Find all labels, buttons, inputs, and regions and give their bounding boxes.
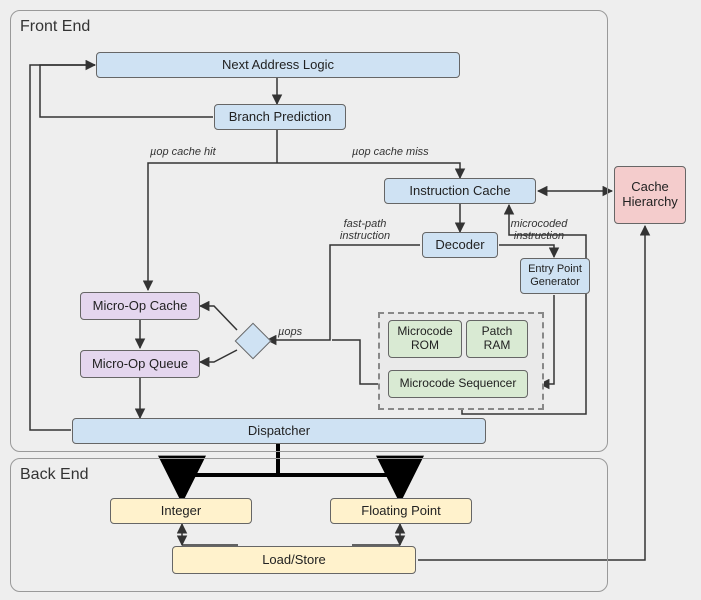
- integer-unit: Integer: [110, 498, 252, 524]
- diagram-canvas: Front End Back End Next Address Logic Br…: [0, 0, 701, 600]
- micro-op-queue: Micro-Op Queue: [80, 350, 200, 378]
- microcode-sequencer: Microcode Sequencer: [388, 370, 528, 398]
- label-uops: µops: [278, 326, 302, 338]
- front-end-title: Front End: [20, 18, 90, 36]
- decoder: Decoder: [422, 232, 498, 258]
- entry-point-generator: Entry Point Generator: [520, 258, 590, 294]
- load-store-unit: Load/Store: [172, 546, 416, 574]
- next-address-logic: Next Address Logic: [96, 52, 460, 78]
- label-microcoded: microcoded instruction: [506, 218, 572, 242]
- branch-prediction: Branch Prediction: [214, 104, 346, 130]
- instruction-cache: Instruction Cache: [384, 178, 536, 204]
- label-uop-miss: µop cache miss: [352, 146, 429, 158]
- microcode-rom: Microcode ROM: [388, 320, 462, 358]
- patch-ram: Patch RAM: [466, 320, 528, 358]
- micro-op-cache: Micro-Op Cache: [80, 292, 200, 320]
- floating-point-unit: Floating Point: [330, 498, 472, 524]
- label-uop-hit: µop cache hit: [150, 146, 216, 158]
- label-fast-path: fast-path instruction: [335, 218, 395, 242]
- cache-hierarchy: Cache Hierarchy: [614, 166, 686, 224]
- back-end-title: Back End: [20, 466, 88, 484]
- dispatcher: Dispatcher: [72, 418, 486, 444]
